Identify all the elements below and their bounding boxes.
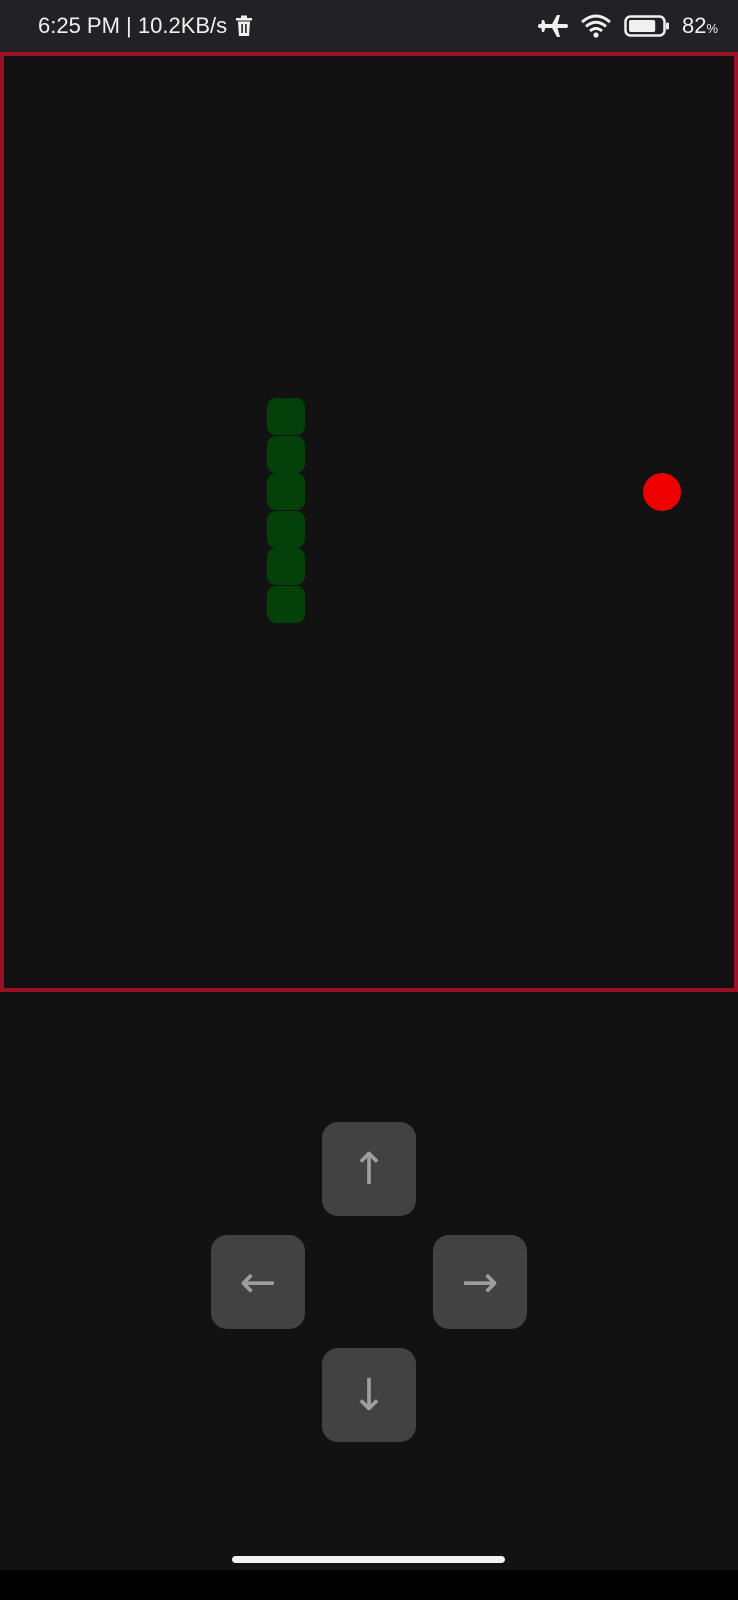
move-down-button[interactable]: ↓ [322,1348,416,1442]
battery-percent-unit: % [706,21,718,36]
food-pellet [643,473,681,511]
snake-segment [267,548,305,585]
snake-segment [267,436,305,473]
game-board[interactable] [0,52,738,992]
move-right-button[interactable]: → [433,1235,527,1329]
board-canvas [4,56,734,988]
arrow-up-icon: ↑ [350,1143,388,1195]
snake-segment [267,473,305,510]
airplane-mode-icon [537,13,568,39]
status-bar: 6:25 PM | 10.2KB/s 82% [0,0,738,52]
arrow-down-icon: ↓ [350,1369,388,1421]
move-up-button[interactable]: ↑ [322,1122,416,1216]
navigation-bar [0,1570,738,1600]
time-network-speed: 6:25 PM | 10.2KB/s [38,13,228,38]
home-indicator[interactable] [232,1556,505,1563]
battery-icon [624,14,670,38]
snake-tail [267,586,305,623]
arrow-right-icon: → [461,1256,499,1308]
arrow-left-icon: ← [239,1256,277,1308]
trash-icon [235,15,253,37]
status-left: 6:25 PM | 10.2KB/s [38,0,253,52]
status-right: 82% [537,0,718,52]
move-left-button[interactable]: ← [211,1235,305,1329]
wifi-icon [580,13,612,39]
battery-percent-value: 82 [681,13,707,38]
battery-percentage: 82% [682,13,718,39]
snake-head [267,398,305,435]
snake-segment [267,511,305,548]
